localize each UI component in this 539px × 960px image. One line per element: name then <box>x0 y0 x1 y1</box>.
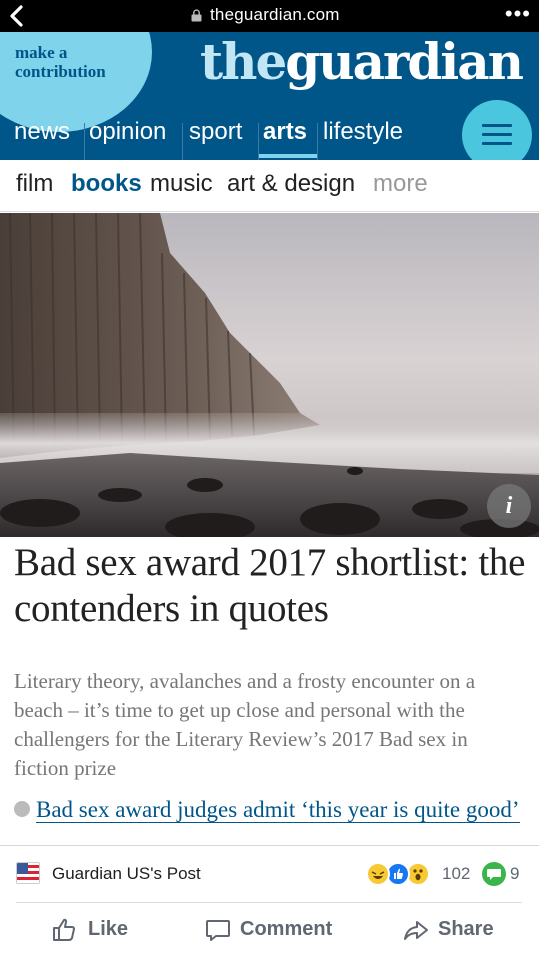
chevron-left-icon[interactable] <box>4 2 34 30</box>
lock-icon <box>191 9 202 22</box>
nav-lifestyle[interactable]: lifestyle <box>323 118 403 160</box>
like-button[interactable]: Like <box>50 918 128 941</box>
reaction-count[interactable]: 102 <box>442 864 470 884</box>
hero-image[interactable] <box>0 213 539 537</box>
comment-bubble-icon <box>482 862 506 886</box>
info-icon[interactable]: i <box>487 484 531 528</box>
logo-guardian: guardian <box>285 32 524 91</box>
comment-count[interactable]: 9 <box>510 864 519 884</box>
comment-label: Comment <box>240 918 333 940</box>
nav-divider <box>84 123 85 160</box>
subnav-music[interactable]: music <box>150 170 213 198</box>
bullet-icon <box>14 801 30 817</box>
subnav-books[interactable]: books <box>71 170 142 198</box>
divider <box>0 845 539 846</box>
share-button[interactable]: Share <box>402 918 494 941</box>
subnav-art-design[interactable]: art & design <box>227 170 355 198</box>
like-label: Like <box>88 918 129 940</box>
share-icon <box>404 921 428 940</box>
browser-top-bar: theguardian.com ••• <box>0 0 539 32</box>
us-flag-icon <box>16 862 40 884</box>
guardian-logo[interactable]: theguardian <box>200 32 524 91</box>
nav-opinion[interactable]: opinion <box>89 118 166 160</box>
more-dots-icon[interactable]: ••• <box>505 1 531 27</box>
article-headline[interactable]: Bad sex award 2017 shortlist: the conten… <box>14 540 534 632</box>
haha-icon <box>366 862 390 886</box>
contribute-label[interactable]: make a contribution <box>15 43 145 81</box>
main-nav: news opinion sport arts lifestyle <box>0 118 460 160</box>
section-subnav: film books music art & design more <box>0 160 539 212</box>
comment-icon <box>206 920 230 941</box>
related-link[interactable]: Bad sex award judges admit ‘this year is… <box>14 795 524 845</box>
nav-divider <box>317 123 318 160</box>
thumbs-up-icon <box>53 918 75 941</box>
nav-active-indicator <box>259 154 317 158</box>
subnav-film[interactable]: film <box>16 170 53 198</box>
nav-news[interactable]: news <box>14 118 70 160</box>
nav-sport[interactable]: sport <box>189 118 242 160</box>
reactions-group[interactable] <box>366 862 438 886</box>
nav-divider <box>182 123 183 160</box>
hamburger-icon[interactable] <box>462 100 532 160</box>
comment-button[interactable]: Comment <box>204 918 332 941</box>
divider <box>16 902 522 903</box>
share-label: Share <box>438 918 494 940</box>
post-name[interactable]: Guardian US's Post <box>52 864 201 884</box>
guardian-header: make a contribution theguardian news opi… <box>0 32 539 160</box>
logo-the: the <box>200 32 287 91</box>
url-text[interactable]: theguardian.com <box>210 5 340 25</box>
related-link-text[interactable]: Bad sex award judges admit ‘this year is… <box>36 797 520 823</box>
subnav-more[interactable]: more <box>373 170 428 198</box>
article-standfirst: Literary theory, avalanches and a frosty… <box>14 669 476 780</box>
